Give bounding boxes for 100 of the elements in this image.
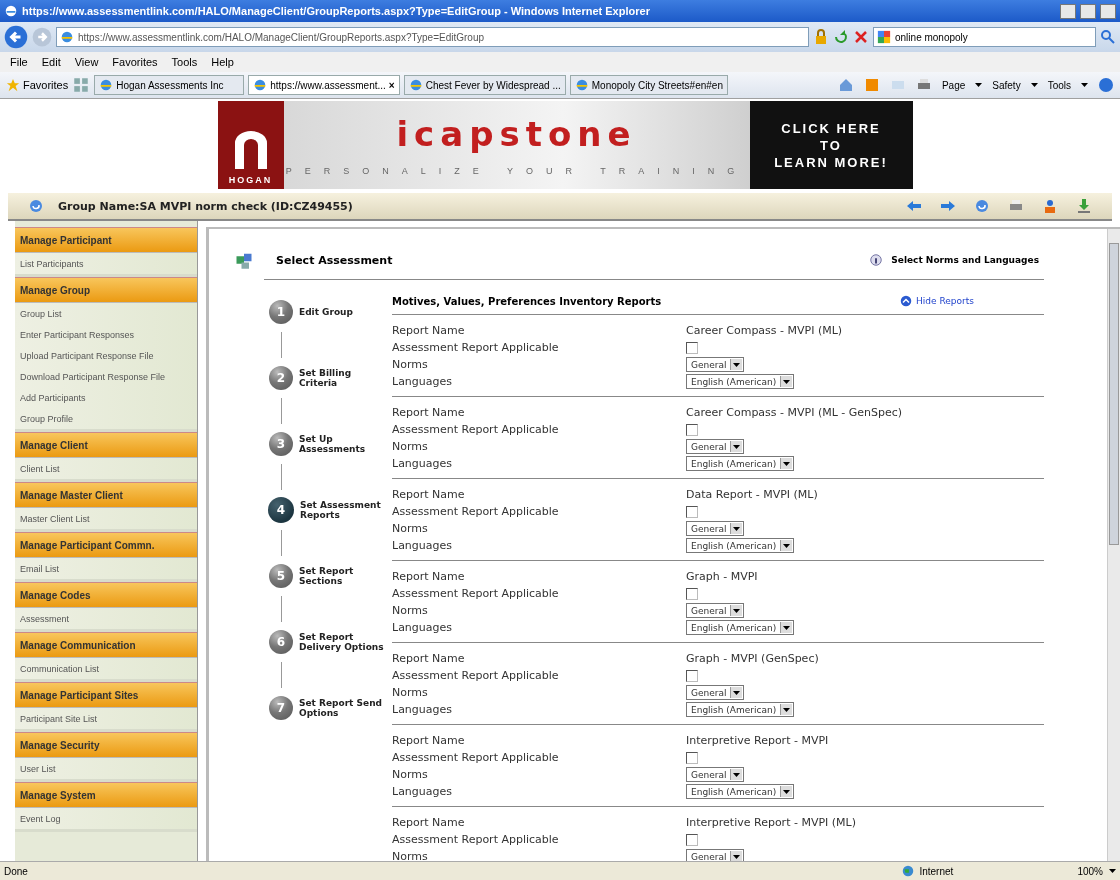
norms-dropdown[interactable]: General: [686, 685, 745, 700]
menu-item[interactable]: Favorites: [112, 56, 158, 68]
language-dropdown[interactable]: English (American): [686, 374, 795, 389]
step-label[interactable]: Set Report Send Options: [299, 698, 382, 718]
caret-icon[interactable]: [733, 854, 741, 859]
language-dropdown[interactable]: English (American): [686, 784, 795, 799]
sidebar-item[interactable]: Participant Site List: [15, 708, 197, 729]
caret-icon[interactable]: [733, 362, 741, 367]
learn-more-link[interactable]: CLICK HERE TO LEARN MORE!: [749, 101, 913, 189]
norms-languages-link[interactable]: Select Norms and Languages: [891, 255, 1039, 265]
menu-item[interactable]: View: [74, 56, 99, 68]
close-button[interactable]: [1100, 3, 1116, 19]
hide-reports-link[interactable]: Hide Reports: [900, 295, 974, 307]
sidebar-item[interactable]: Download Participant Response File: [15, 366, 197, 387]
language-dropdown[interactable]: English (American): [686, 538, 795, 553]
address-field[interactable]: https://www.assessmentlink.com/HALO/ManageClient/GroupReports.aspx?Type=EditGroup: [56, 27, 809, 47]
caret-icon[interactable]: [783, 789, 791, 794]
sidebar-item[interactable]: Communication List: [15, 658, 197, 679]
step-label[interactable]: Set Report Sections: [299, 566, 354, 586]
sidebar-item[interactable]: User List: [15, 758, 197, 779]
maximize-button[interactable]: [1080, 3, 1096, 19]
collapse-icon[interactable]: [900, 295, 913, 307]
applicable-checkbox[interactable]: [686, 423, 698, 436]
sidebar-item[interactable]: Event Log: [15, 808, 197, 829]
applicable-checkbox[interactable]: [686, 587, 698, 600]
sidebar-header[interactable]: Manage Communication: [15, 632, 197, 658]
zoom-level[interactable]: 100%: [1077, 865, 1103, 877]
caret-icon[interactable]: [975, 83, 983, 87]
language-dropdown[interactable]: English (American): [686, 620, 795, 635]
caret-icon[interactable]: [783, 461, 791, 466]
search-icon[interactable]: [1100, 29, 1116, 45]
sidebar-item[interactable]: Upload Participant Response File: [15, 345, 197, 366]
step-label[interactable]: Set Assessment Reports: [300, 500, 381, 520]
sidebar-item[interactable]: Enter Participant Responses: [15, 324, 197, 345]
stop-icon[interactable]: [853, 29, 869, 45]
sidebar-header[interactable]: Manage Participant: [15, 227, 197, 253]
command-menu[interactable]: Safety: [992, 79, 1021, 91]
search-field[interactable]: online monopoly: [873, 27, 1096, 47]
grid-icon[interactable]: [72, 76, 91, 94]
sidebar-header[interactable]: Manage Codes: [15, 582, 197, 608]
sidebar-item[interactable]: Group List: [15, 303, 197, 324]
home-icon[interactable]: [837, 77, 854, 93]
caret-icon[interactable]: [783, 379, 791, 384]
browser-tab[interactable]: https://www.assessment... ×: [248, 75, 400, 95]
applicable-checkbox[interactable]: [686, 751, 698, 764]
lock-icon[interactable]: [813, 29, 829, 45]
step-label[interactable]: Set Up Assessments: [299, 434, 366, 454]
download-icon[interactable]: [1076, 198, 1092, 214]
caret-icon[interactable]: [783, 625, 791, 630]
sidebar-item[interactable]: Client List: [15, 458, 197, 479]
caret-icon[interactable]: [733, 690, 741, 695]
back-icon[interactable]: [4, 25, 28, 49]
command-menu[interactable]: Tools: [1047, 79, 1071, 91]
sidebar-item[interactable]: Add Participants: [15, 387, 197, 408]
sidebar-header[interactable]: Manage Participant Commn.: [15, 532, 197, 558]
caret-icon[interactable]: [733, 526, 741, 531]
sidebar-header[interactable]: Manage System: [15, 782, 197, 808]
applicable-checkbox[interactable]: [686, 669, 698, 682]
sidebar-item[interactable]: List Participants: [15, 253, 197, 274]
step-label[interactable]: Edit Group: [299, 307, 353, 317]
norms-dropdown[interactable]: General: [686, 849, 745, 861]
browser-tab[interactable]: Hogan Assessments Inc: [94, 75, 245, 95]
norms-dropdown[interactable]: General: [686, 767, 745, 782]
browser-tab[interactable]: Chest Fever by Widespread ...: [403, 75, 566, 95]
sidebar-item[interactable]: Email List: [15, 558, 197, 579]
menu-item[interactable]: Edit: [41, 56, 61, 68]
sidebar-item[interactable]: Group Profile: [15, 408, 197, 429]
sidebar-header[interactable]: Manage Participant Sites: [15, 682, 197, 708]
sidebar-item[interactable]: Assessment: [15, 608, 197, 629]
sidebar-header[interactable]: Manage Client: [15, 432, 197, 458]
person-icon[interactable]: [1042, 198, 1058, 214]
caret-icon[interactable]: [1109, 869, 1116, 873]
menu-item[interactable]: Tools: [171, 56, 198, 68]
sidebar-header[interactable]: Manage Group: [15, 277, 197, 303]
sidebar-header[interactable]: Manage Security: [15, 732, 197, 758]
language-dropdown[interactable]: English (American): [686, 456, 795, 471]
norms-dropdown[interactable]: General: [686, 357, 745, 372]
tab-close-button[interactable]: ×: [388, 79, 395, 91]
star-icon[interactable]: [6, 78, 20, 92]
command-menu[interactable]: Page: [941, 79, 966, 91]
caret-icon[interactable]: [1030, 83, 1038, 87]
menu-item[interactable]: Help: [211, 56, 234, 68]
minimize-button[interactable]: [1060, 3, 1076, 19]
step-label[interactable]: Set Report Delivery Options: [299, 632, 384, 652]
step-number[interactable]: 4: [268, 497, 294, 523]
norms-dropdown[interactable]: General: [686, 603, 745, 618]
caret-icon[interactable]: [733, 772, 741, 777]
forward-arrow-icon[interactable]: [940, 198, 956, 214]
sidebar-item[interactable]: Master Client List: [15, 508, 197, 529]
norms-dropdown[interactable]: General: [686, 521, 745, 536]
step-label[interactable]: Set Billing Criteria: [299, 368, 352, 388]
menu-item[interactable]: File: [10, 56, 28, 68]
norms-dropdown[interactable]: General: [686, 439, 745, 454]
caret-icon[interactable]: [783, 543, 791, 548]
caret-icon[interactable]: [783, 707, 791, 712]
scrollbar[interactable]: [1107, 229, 1120, 861]
favorites-button[interactable]: Favorites: [6, 78, 69, 92]
caret-icon[interactable]: [1081, 83, 1088, 87]
back-arrow-icon[interactable]: [906, 198, 922, 214]
caret-icon[interactable]: [733, 444, 741, 449]
